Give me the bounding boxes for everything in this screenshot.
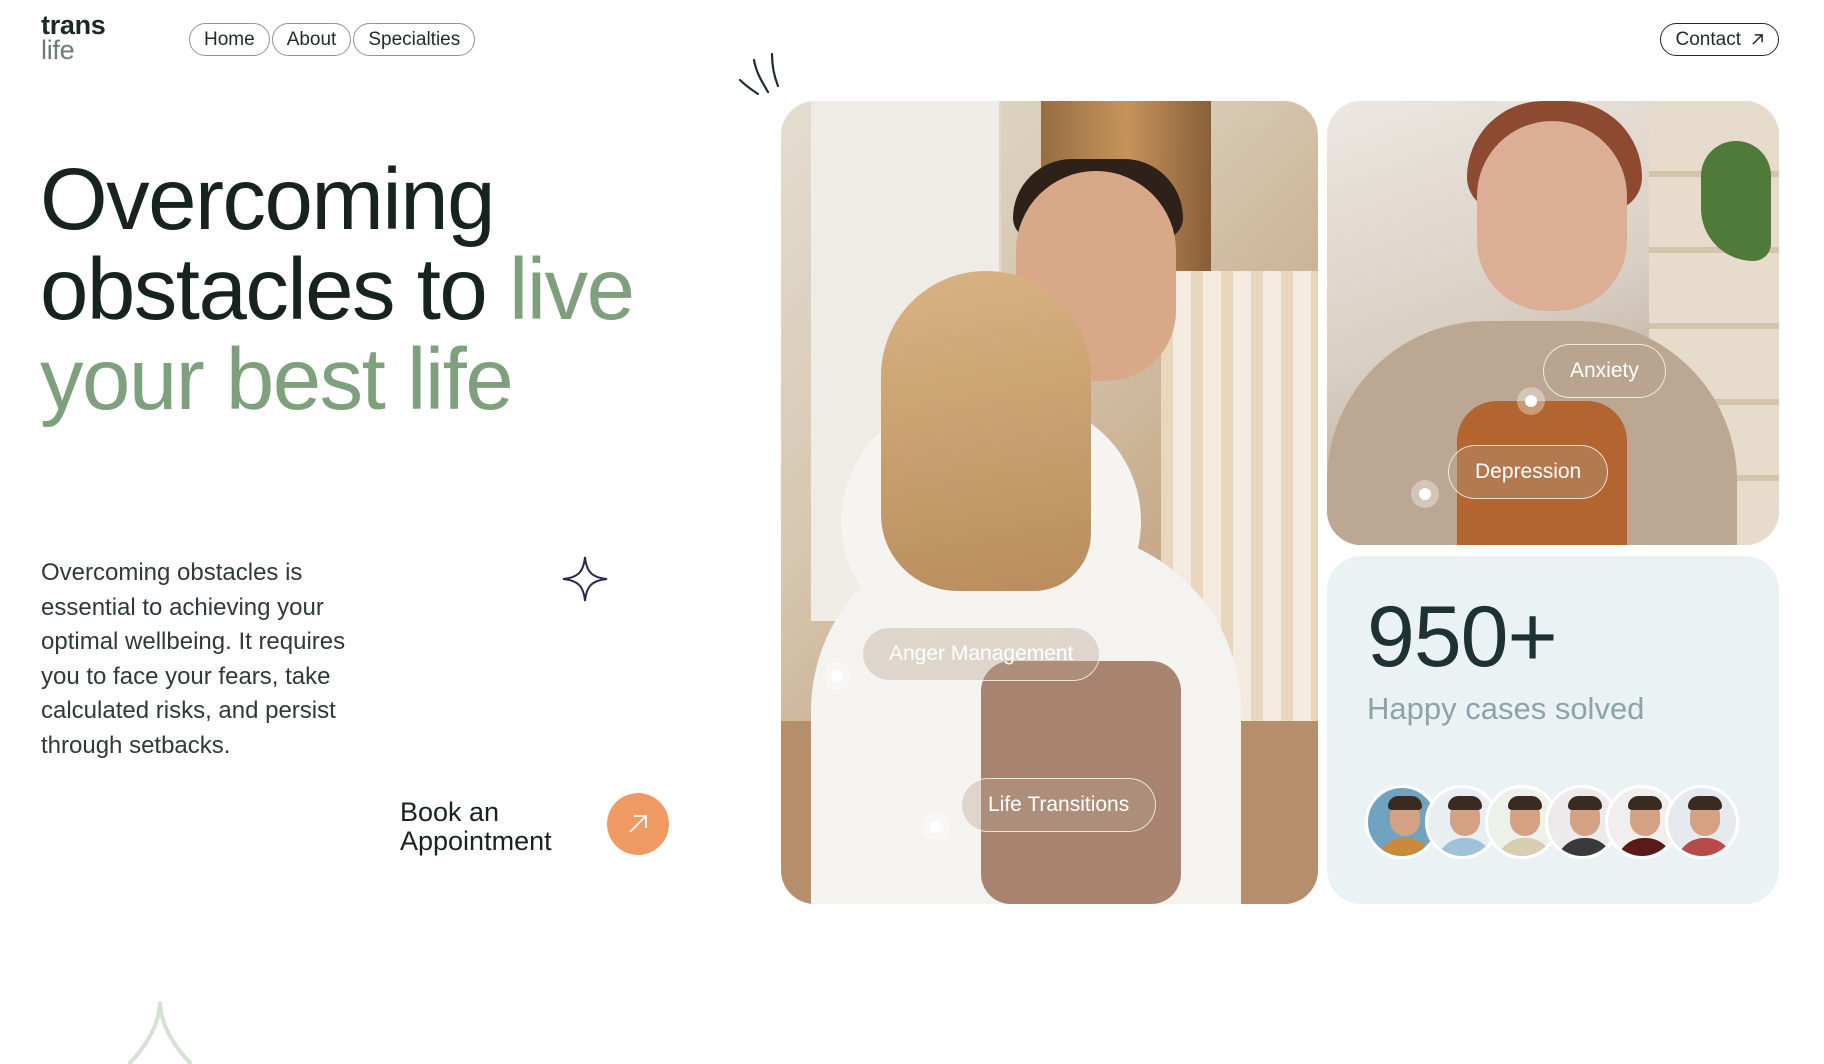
tag-anxiety-label: Anxiety xyxy=(1570,359,1639,382)
stats-label: Happy cases solved xyxy=(1367,691,1645,726)
main-nav: Home About Specialties xyxy=(189,23,477,56)
nav-home[interactable]: Home xyxy=(189,23,270,56)
avatar xyxy=(1665,785,1739,859)
leaf-decoration-icon xyxy=(127,1001,193,1064)
photo-elder-face xyxy=(1477,121,1627,311)
book-line-2: Appointment xyxy=(400,826,552,856)
tag-depression-dot[interactable] xyxy=(1411,480,1439,508)
photo-father-child: Anger Management Life Transitions xyxy=(781,101,1318,904)
logo-line-2: life xyxy=(41,35,75,65)
stats-number: 950+ xyxy=(1367,589,1558,685)
hero-description: Overcoming obstacles is essential to ach… xyxy=(41,559,346,759)
contact-label: Contact xyxy=(1675,28,1741,50)
tag-depression[interactable]: Depression xyxy=(1448,445,1609,499)
arrow-up-right-icon xyxy=(629,815,647,833)
avatar-group xyxy=(1365,785,1739,859)
sparkle-icon xyxy=(562,556,608,602)
hero-headline: Overcoming obstacles to live your best l… xyxy=(40,155,730,425)
tag-anxiety[interactable]: Anxiety xyxy=(1543,344,1666,398)
tag-life-transitions[interactable]: Life Transitions xyxy=(961,778,1157,832)
nav-specialties[interactable]: Specialties xyxy=(353,23,476,56)
arrow-up-right-icon xyxy=(1752,34,1763,45)
tag-depression-label: Depression xyxy=(1475,460,1582,483)
logo[interactable]: trans life xyxy=(41,12,106,65)
tag-anger-management[interactable]: Anger Management xyxy=(862,627,1101,681)
tag-life-transitions-dot[interactable] xyxy=(921,813,949,841)
squiggle-decoration-icon xyxy=(738,52,780,96)
book-line-1: Book an xyxy=(400,797,500,827)
photo-child-hair xyxy=(881,271,1091,591)
tag-anxiety-dot[interactable] xyxy=(1517,387,1545,415)
tag-life-transitions-label: Life Transitions xyxy=(988,793,1130,816)
nav-about[interactable]: About xyxy=(271,23,352,56)
tag-anger-management-label: Anger Management xyxy=(889,642,1074,665)
contact-button[interactable]: Contact xyxy=(1659,23,1779,56)
book-appointment-button[interactable] xyxy=(607,793,669,855)
stats-card: 950+ Happy cases solved xyxy=(1327,556,1779,904)
photo-elderly-woman: Anxiety Depression xyxy=(1327,101,1779,545)
book-appointment-link[interactable]: Book an Appointment xyxy=(400,798,552,856)
tag-anger-management-dot[interactable] xyxy=(823,662,851,690)
headline-main: Overcoming obstacles to xyxy=(40,151,509,338)
